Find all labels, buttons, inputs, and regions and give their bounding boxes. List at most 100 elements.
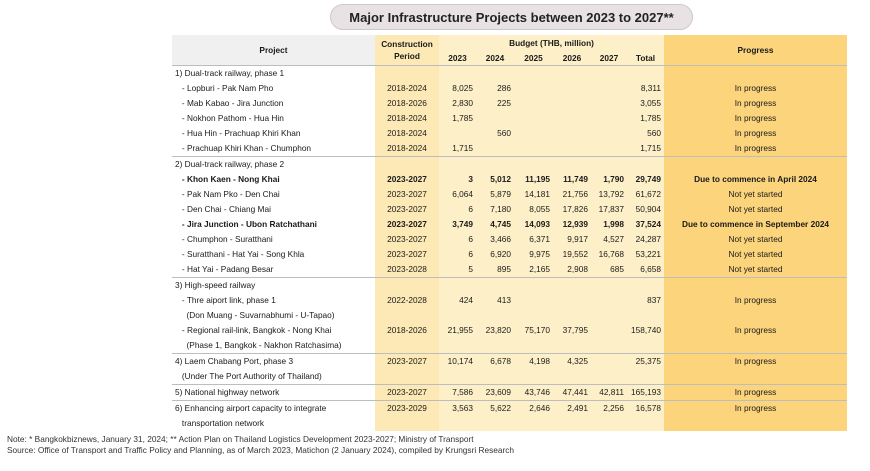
budget-cell: 21,955 — [439, 323, 476, 338]
progress-cell — [664, 277, 847, 293]
budget-cell: 9,917 — [553, 232, 591, 247]
budget-cell — [627, 65, 664, 81]
table-row: - Khon Kaen - Nong Khai 2023-2027 3 5,012 11… — [172, 172, 847, 187]
budget-cell: 11,749 — [553, 172, 591, 187]
project-cell: - Mab Kabao - Jira Junction — [175, 98, 284, 108]
project-cell: - Den Chai - Chiang Mai — [175, 204, 271, 214]
source-line: Source: Office of Transport and Traffic … — [7, 445, 514, 455]
budget-cell: 1,998 — [591, 217, 627, 232]
budget-cell — [514, 416, 553, 431]
budget-cell: 1,785 — [627, 111, 664, 126]
budget-cell — [476, 416, 514, 431]
progress-cell: Due to commence in April 2024 — [664, 172, 847, 187]
budget-cell — [514, 293, 553, 308]
budget-cell — [591, 293, 627, 308]
budget-cell — [553, 141, 591, 157]
progress-cell: In progress — [664, 293, 847, 308]
budget-cell: 2,165 — [514, 262, 553, 278]
header-year: 2024 — [476, 50, 514, 66]
budget-cell — [514, 141, 553, 157]
budget-cell — [439, 126, 476, 141]
progress-cell — [664, 65, 847, 81]
period-cell: 2018-2024 — [375, 141, 439, 157]
project-cell: - Prachuap Khiri Khan - Chumphon — [175, 143, 312, 153]
table-row: - Nokhon Pathom - Hua Hin 2018-2024 1,785 1… — [172, 111, 847, 126]
progress-cell: In progress — [664, 384, 847, 401]
period-cell: 2018-2024 — [375, 126, 439, 141]
table-row: - Prachuap Khiri Khan - Chumphon 2018-202… — [172, 141, 847, 157]
budget-cell: 43,746 — [514, 384, 553, 401]
budget-cell — [476, 308, 514, 323]
budget-cell: 895 — [476, 262, 514, 278]
period-cell: 2023-2027 — [375, 384, 439, 401]
budget-cell — [553, 65, 591, 81]
period-cell: 2023-2027 — [375, 232, 439, 247]
budget-cell — [553, 293, 591, 308]
table-row: 6) Enhancing airport capacity to integra… — [172, 400, 847, 416]
project-cell: - Pak Nam Pko - Den Chai — [175, 189, 280, 199]
budget-cell — [476, 338, 514, 354]
budget-cell: 685 — [591, 262, 627, 278]
budget-cell: 53,221 — [627, 247, 664, 262]
budget-cell — [439, 65, 476, 81]
budget-cell: 3 — [439, 172, 476, 187]
project-cell: - Regional rail-link, Bangkok - Nong Kha… — [175, 325, 332, 335]
budget-cell — [627, 416, 664, 431]
budget-cell — [591, 323, 627, 338]
budget-cell — [553, 308, 591, 323]
budget-cell — [591, 308, 627, 323]
period-cell: 2018-2024 — [375, 111, 439, 126]
period-cell: 2023-2029 — [375, 400, 439, 416]
budget-cell — [591, 338, 627, 354]
budget-cell: 21,756 — [553, 187, 591, 202]
period-cell: 2018-2026 — [375, 96, 439, 111]
table-row: (Under The Port Authority of Thailand) — [172, 369, 847, 385]
budget-cell — [514, 277, 553, 293]
header-progress: Progress — [664, 35, 847, 66]
budget-cell: 16,578 — [627, 400, 664, 416]
budget-cell — [476, 111, 514, 126]
budget-cell — [591, 111, 627, 126]
period-cell: 2018-2024 — [375, 81, 439, 96]
table-row: 2) Dual-track railway, phase 2 — [172, 156, 847, 172]
budget-cell: 23,820 — [476, 323, 514, 338]
table-row: 1) Dual-track railway, phase 1 — [172, 65, 847, 81]
budget-cell — [476, 369, 514, 385]
budget-cell — [476, 156, 514, 172]
table-row: 3) High-speed railway — [172, 277, 847, 293]
budget-cell: 7,586 — [439, 384, 476, 401]
table-row: 4) Laem Chabang Port, phase 3 2023-2027 10… — [172, 353, 847, 369]
header-total: Total — [627, 50, 664, 66]
budget-cell — [476, 65, 514, 81]
header-year: 2023 — [439, 50, 476, 66]
table-row: transportation network — [172, 416, 847, 431]
budget-cell: 4,198 — [514, 353, 553, 369]
project-cell: (Phase 1, Bangkok - Nakhon Ratchasima) — [175, 340, 342, 350]
budget-cell: 1,715 — [439, 141, 476, 157]
budget-cell — [514, 96, 553, 111]
budget-cell: 165,193 — [627, 384, 664, 401]
progress-cell: In progress — [664, 111, 847, 126]
budget-cell: 2,908 — [553, 262, 591, 278]
budget-cell: 6,064 — [439, 187, 476, 202]
budget-cell: 4,745 — [476, 217, 514, 232]
project-cell: (Don Muang - Suvarnabhumi - U-Tapao) — [175, 310, 335, 320]
progress-cell: Not yet started — [664, 262, 847, 278]
budget-cell: 42,811 — [591, 384, 627, 401]
budget-cell — [439, 156, 476, 172]
budget-cell: 6,658 — [627, 262, 664, 278]
budget-cell: 8,311 — [627, 81, 664, 96]
progress-cell — [664, 156, 847, 172]
progress-cell — [664, 369, 847, 385]
progress-cell — [664, 308, 847, 323]
period-cell — [375, 416, 439, 431]
table-row: - Lopburi - Pak Nam Pho 2018-2024 8,025 286… — [172, 81, 847, 96]
budget-cell: 75,170 — [514, 323, 553, 338]
budget-cell — [591, 96, 627, 111]
table-row: - Pak Nam Pko - Den Chai 2023-2027 6,064 5,… — [172, 187, 847, 202]
budget-cell: 16,768 — [591, 247, 627, 262]
budget-cell: 24,287 — [627, 232, 664, 247]
project-cell: transportation network — [175, 418, 265, 428]
header-year: 2027 — [591, 50, 627, 66]
period-cell: 2023-2027 — [375, 202, 439, 217]
